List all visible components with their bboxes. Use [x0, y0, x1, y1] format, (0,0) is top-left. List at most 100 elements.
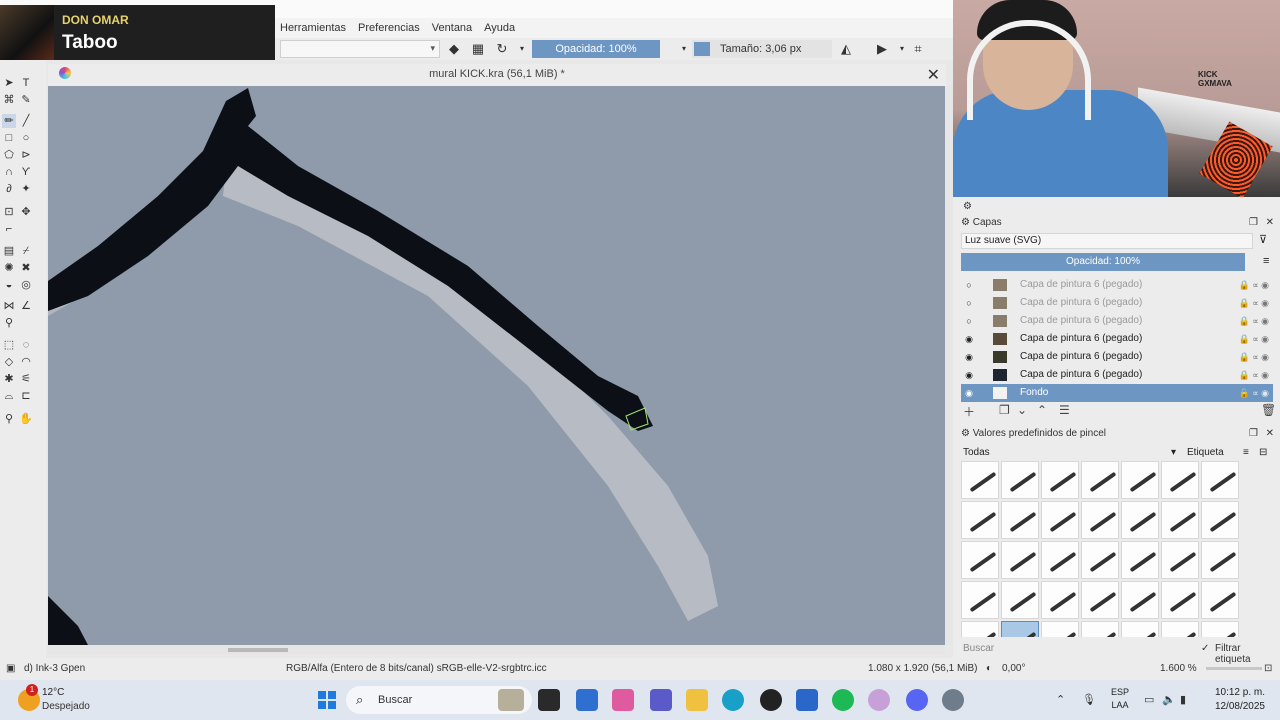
- clock[interactable]: 10:12 p. m. 12/08/2025: [1207, 686, 1265, 714]
- freehand-path-icon[interactable]: ϒ: [19, 165, 33, 179]
- brush-preset-select[interactable]: ▾: [280, 40, 440, 58]
- bezier-select-icon[interactable]: ⌓: [2, 389, 16, 403]
- brush-preset-tile[interactable]: [1041, 581, 1079, 619]
- brush-preset-tile[interactable]: [1001, 581, 1039, 619]
- contiguous-select-icon[interactable]: ✱: [2, 372, 16, 386]
- brush-preset-tile[interactable]: [1081, 461, 1119, 499]
- fill-tool-icon[interactable]: ◒: [2, 278, 16, 292]
- close-panel-icon[interactable]: ✕: [1266, 428, 1274, 439]
- crop-tool-icon[interactable]: ⌐: [2, 222, 16, 236]
- ellipse-tool-icon[interactable]: ○: [19, 131, 33, 145]
- measure-tool-icon[interactable]: ∠: [19, 299, 33, 313]
- layer-opacity-slider[interactable]: Opacidad: 100%: [961, 253, 1245, 271]
- mirror-vertical-icon[interactable]: ▶: [874, 41, 890, 57]
- language-indicator[interactable]: ESP LAA: [1111, 686, 1129, 712]
- brush-preset-tile[interactable]: [1041, 501, 1079, 539]
- teams-icon[interactable]: [650, 689, 672, 711]
- dynamic-brush-icon[interactable]: ∂: [2, 182, 16, 196]
- layer-row[interactable]: ○ Capa de pintura 6 (pegado) 🔒 ∝ ◉: [961, 312, 1273, 330]
- reference-tool-icon[interactable]: ⚲: [2, 316, 16, 330]
- transform-tool-icon[interactable]: ⊡: [2, 205, 16, 219]
- brush-preset-tile[interactable]: [1121, 501, 1159, 539]
- move-up-icon[interactable]: ⌃: [1037, 403, 1047, 417]
- ellipse-select-icon[interactable]: ◌: [19, 338, 33, 352]
- brush-preset-tile[interactable]: [1201, 541, 1239, 579]
- zoom-tool-icon[interactable]: ⚲: [2, 412, 16, 426]
- brush-preset-tile[interactable]: [1081, 581, 1119, 619]
- brush-preset-tile[interactable]: [961, 621, 999, 637]
- delete-layer-icon[interactable]: 🗑: [1261, 403, 1276, 417]
- brush-search-input[interactable]: Buscar: [963, 643, 994, 654]
- brush-preset-tile[interactable]: [1081, 621, 1119, 637]
- rect-select-icon[interactable]: ⬚: [2, 338, 16, 352]
- task-view-icon[interactable]: [538, 689, 560, 711]
- select-shapes-icon[interactable]: ➤: [2, 76, 16, 90]
- layer-props-icons[interactable]: 🔒 ∝ ◉: [1239, 312, 1270, 330]
- eraser-icon[interactable]: ◆: [446, 41, 462, 57]
- bezier-tool-icon[interactable]: ∩: [2, 165, 16, 179]
- brush-preset-tile[interactable]: [1161, 621, 1199, 637]
- brush-preset-tile[interactable]: [1081, 541, 1119, 579]
- brush-preset-tile[interactable]: [1041, 621, 1079, 637]
- pan-tool-icon[interactable]: ✋: [19, 412, 33, 426]
- zoom-slider[interactable]: [1206, 667, 1262, 670]
- layer-row[interactable]: ○ Capa de pintura 6 (pegado) 🔒 ∝ ◉: [961, 276, 1273, 294]
- file-explorer-icon[interactable]: [686, 689, 708, 711]
- brush-preset-tile[interactable]: [1201, 461, 1239, 499]
- brush-preset-tile[interactable]: [1161, 581, 1199, 619]
- layer-properties-icon[interactable]: ☰: [1059, 403, 1070, 417]
- copilot-icon[interactable]: [612, 689, 634, 711]
- multibrush-icon[interactable]: ✦: [19, 182, 33, 196]
- alpha-lock-icon[interactable]: ▦: [470, 41, 486, 57]
- brush-preset-tile[interactable]: [1041, 461, 1079, 499]
- network-icon[interactable]: ▭: [1144, 693, 1154, 706]
- opacity-slider[interactable]: Opacidad: 100%: [532, 40, 660, 58]
- edge-icon[interactable]: [722, 689, 744, 711]
- settings-icon[interactable]: [942, 689, 964, 711]
- add-layer-icon[interactable]: ＋: [963, 403, 975, 420]
- float-panel-icon[interactable]: ❐: [1249, 428, 1258, 439]
- layer-props-icons[interactable]: 🔒 ∝ ◉: [1239, 384, 1270, 402]
- rotation-value[interactable]: 0,00°: [1002, 663, 1025, 674]
- brush-preset-tile[interactable]: [961, 581, 999, 619]
- brush-preset-tile[interactable]: [1001, 541, 1039, 579]
- tray-chevron-icon[interactable]: ⌃: [1056, 693, 1065, 706]
- drawing-canvas[interactable]: [48, 86, 945, 645]
- scrollbar-thumb[interactable]: [228, 648, 288, 652]
- canvas-horizontal-scrollbar[interactable]: [48, 645, 945, 655]
- eye-icon[interactable]: ◉: [963, 330, 975, 348]
- rotation-icon[interactable]: ◐: [986, 663, 992, 674]
- zoom-value[interactable]: 1.600 %: [1160, 663, 1197, 674]
- menu-herramientas[interactable]: Herramientas: [280, 22, 346, 34]
- close-panel-icon[interactable]: ✕: [1266, 217, 1274, 228]
- filter-tag-checkbox[interactable]: ✓: [1201, 643, 1209, 654]
- brush-preset-tile[interactable]: [1121, 461, 1159, 499]
- layer-row[interactable]: ◉ Capa de pintura 6 (pegado) 🔒 ∝ ◉: [961, 330, 1273, 348]
- tag-chevron-icon[interactable]: ▾: [1171, 447, 1176, 458]
- microphone-icon[interactable]: 🎙: [1082, 693, 1096, 706]
- brush-preset-tile[interactable]: [1161, 501, 1199, 539]
- smart-patch-icon[interactable]: ✺: [2, 261, 16, 275]
- panel-settings-icon[interactable]: ⚙: [953, 201, 1280, 217]
- layer-props-icons[interactable]: 🔒 ∝ ◉: [1239, 276, 1270, 294]
- brush-preset-tile[interactable]: [1201, 581, 1239, 619]
- wrap-around-icon[interactable]: ⌗: [910, 41, 926, 57]
- hidden-eye-icon[interactable]: ○: [963, 294, 975, 312]
- filter-icon[interactable]: ⊽: [1259, 233, 1267, 246]
- brush-preset-tile[interactable]: [961, 461, 999, 499]
- polygon-select-icon[interactable]: ◇: [2, 355, 16, 369]
- freehand-brush-icon[interactable]: ✏: [2, 114, 16, 128]
- battery-icon[interactable]: ▮: [1180, 693, 1186, 706]
- brush-preset-tile[interactable]: [961, 501, 999, 539]
- weather-description[interactable]: Despejado: [42, 701, 90, 712]
- menu-preferencias[interactable]: Preferencias: [358, 22, 420, 34]
- freehand-select-icon[interactable]: ◠: [19, 355, 33, 369]
- move-tool-icon[interactable]: ✥: [19, 205, 33, 219]
- brush-preset-tile[interactable]: [1001, 501, 1039, 539]
- line-tool-icon[interactable]: ╱: [19, 114, 33, 128]
- brush-preset-tile[interactable]: [961, 541, 999, 579]
- brush-tag-select[interactable]: Todas: [963, 447, 990, 458]
- enclose-fill-icon[interactable]: ◎: [19, 278, 33, 292]
- eye-icon[interactable]: ◉: [963, 348, 975, 366]
- brush-preset-tile[interactable]: [1081, 501, 1119, 539]
